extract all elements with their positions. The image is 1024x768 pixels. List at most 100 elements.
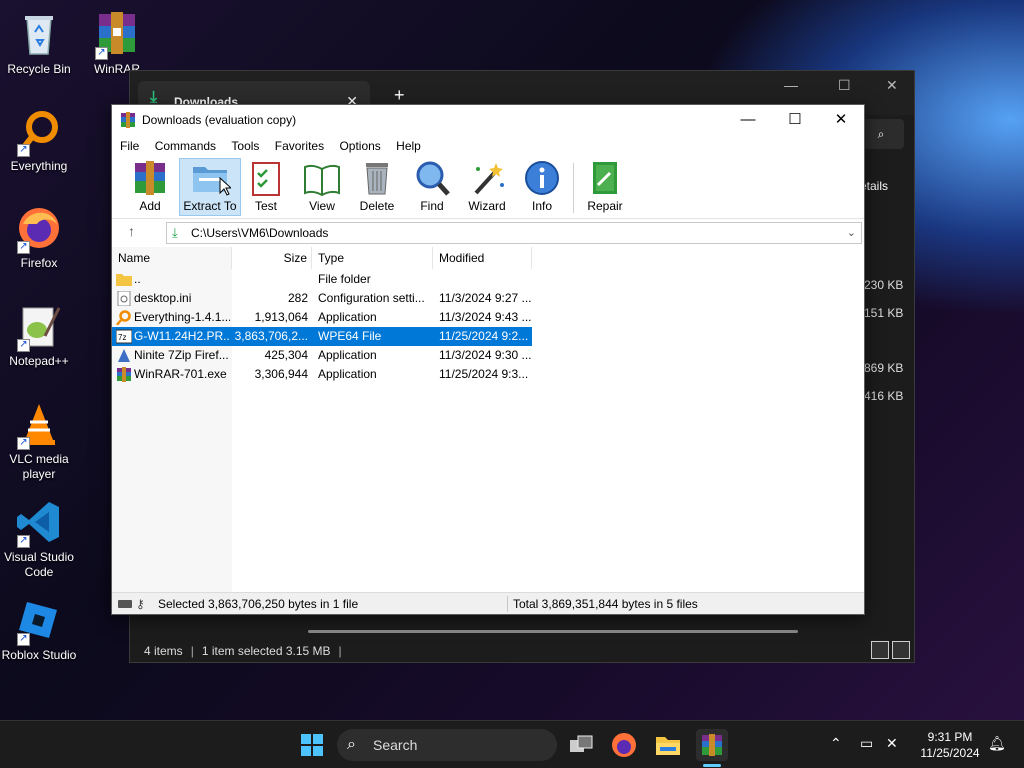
details-view-icon[interactable] (871, 641, 889, 659)
shortcut-arrow-icon: ↗ (95, 47, 108, 60)
winrar-icon (120, 112, 136, 128)
explorer-size-cell: 151 KB (864, 306, 904, 320)
key-icon[interactable]: ⚷ (136, 597, 145, 611)
add-button[interactable]: Add (123, 159, 177, 213)
desktop-icon-roblox-studio[interactable]: ↗ Roblox Studio (0, 596, 78, 663)
status-total: Total 3,869,351,844 bytes in 5 files (513, 597, 698, 611)
desktop-icon-firefox[interactable]: ↗ Firefox (0, 204, 78, 271)
winrar-statusbar: ⚷ Selected 3,863,706,250 bytes in 1 file… (112, 592, 864, 614)
file-row-desktop-ini[interactable]: desktop.ini 282 Configuration setti... 1… (112, 289, 532, 308)
new-tab-button[interactable]: + (394, 85, 405, 106)
desktop-icon-notepadpp[interactable]: ↗ Notepad++ (0, 302, 78, 369)
column-header-modified[interactable]: Modified (433, 247, 532, 269)
info-icon (523, 159, 561, 197)
start-button[interactable] (296, 729, 328, 761)
explorer-minimize-button[interactable]: — (784, 77, 798, 93)
tiles-view-icon[interactable] (892, 641, 910, 659)
taskbar-clock[interactable]: 9:31 PM 11/25/2024 (912, 729, 988, 761)
notification-bell-icon[interactable]: 🔔︎ (988, 735, 1006, 752)
test-icon (247, 159, 285, 197)
taskbar: ⌕ Search ⌃ ▭ ✕ 9:31 PM 11/25/2024 🔔︎ (0, 720, 1024, 768)
desktop-icon-everything[interactable]: ↗ Everything (0, 107, 78, 174)
find-button[interactable]: Find (405, 159, 459, 213)
column-header-name[interactable]: Name (112, 247, 232, 269)
taskbar-search-box[interactable]: ⌕ Search (337, 729, 557, 761)
repair-button[interactable]: Repair (578, 159, 632, 213)
column-header-type[interactable]: Type (312, 247, 433, 269)
extract-to-button[interactable]: Extract To (179, 158, 241, 216)
drive-icon[interactable] (118, 600, 132, 608)
explorer-maximize-button[interactable]: ☐ (838, 77, 851, 94)
winrar-titlebar[interactable]: Downloads (evaluation copy) — ☐ ✕ (112, 105, 864, 135)
menu-commands[interactable]: Commands (155, 135, 216, 157)
status-selected: Selected 3,863,706,250 bytes in 1 file (158, 597, 359, 611)
repair-icon (586, 159, 624, 197)
file-row-parent[interactable]: .. File folder (112, 270, 532, 289)
file-row-selected[interactable]: 7z G-W11.24H2.PR... 3,863,706,2... WPE64… (112, 327, 532, 346)
desktop-icon-winrar[interactable]: ↗ WinRAR (78, 10, 156, 77)
view-icon (303, 159, 341, 197)
taskbar-winrar-icon[interactable] (696, 729, 728, 761)
shortcut-arrow-icon: ↗ (17, 535, 30, 548)
menu-options[interactable]: Options (339, 135, 380, 157)
explorer-close-button[interactable]: ✕ (886, 77, 898, 94)
vlc-icon: ↗ (15, 400, 63, 450)
task-view-button[interactable] (565, 729, 597, 761)
wizard-icon (468, 159, 506, 197)
close-button[interactable]: ✕ (819, 109, 863, 131)
winrar-icon (116, 367, 132, 382)
desktop-icon-vscode[interactable]: ↗ Visual Studio Code (0, 498, 78, 580)
delete-button[interactable]: Delete (350, 159, 404, 213)
volume-muted-icon[interactable]: ✕ (886, 735, 898, 752)
notepadpp-icon: ↗ (15, 302, 63, 352)
up-folder-icon[interactable]: ↑ (128, 223, 135, 239)
add-archive-icon (131, 159, 169, 197)
delete-icon (358, 159, 396, 197)
taskbar-file-explorer-icon[interactable] (652, 729, 684, 761)
search-icon: ⌕ (877, 127, 885, 141)
desktop-icon-recycle-bin[interactable]: Recycle Bin (0, 10, 78, 77)
address-bar[interactable]: ⤓ C:\Users\VM6\Downloads ⌄ (166, 222, 862, 244)
explorer-size-cell: 869 KB (864, 361, 904, 375)
explorer-size-cell: 230 KB (864, 278, 904, 292)
minimize-button[interactable]: — (726, 109, 770, 131)
menu-bar: File Commands Tools Favorites Options He… (112, 135, 864, 157)
window-title: Downloads (evaluation copy) (142, 113, 297, 127)
taskbar-firefox-icon[interactable] (608, 729, 640, 761)
desktop-icon-vlc[interactable]: ↗ VLC media player (0, 400, 78, 482)
menu-tools[interactable]: Tools (231, 135, 259, 157)
ninite-icon (116, 348, 132, 363)
file-list[interactable]: Name Size Type Modified .. File folder d… (112, 247, 864, 592)
status-divider (507, 596, 508, 612)
file-row-winrar-exe[interactable]: WinRAR-701.exe 3,306,944 Application 11/… (112, 365, 532, 384)
file-row-everything[interactable]: Everything-1.4.1... 1,913,064 Applicatio… (112, 308, 532, 327)
maximize-button[interactable]: ☐ (773, 109, 817, 131)
mouse-cursor-icon (219, 176, 233, 199)
chevron-up-icon[interactable]: ⌃ (830, 735, 842, 752)
column-header-size[interactable]: Size (232, 247, 312, 269)
explorer-size-cell: 416 KB (864, 389, 904, 403)
menu-favorites[interactable]: Favorites (275, 135, 324, 157)
file-row-ninite[interactable]: Ninite 7Zip Firef... 425,304 Application… (112, 346, 532, 365)
download-folder-icon: ⤓ (172, 225, 178, 240)
explorer-view-toggle (868, 641, 910, 662)
info-button[interactable]: Info (515, 159, 569, 213)
search-icon: ⌕ (347, 736, 356, 753)
everything-icon (116, 310, 132, 326)
wizard-button[interactable]: Wizard (460, 159, 514, 213)
firefox-icon: ↗ (15, 204, 63, 254)
menu-help[interactable]: Help (396, 135, 421, 157)
folder-icon (116, 272, 132, 287)
winrar-icon: ↗ (93, 10, 141, 60)
explorer-horizontal-scrollbar[interactable] (308, 630, 798, 633)
shortcut-arrow-icon: ↗ (17, 241, 30, 254)
menu-file[interactable]: File (120, 135, 139, 157)
network-icon[interactable]: ▭ (860, 735, 873, 752)
roblox-studio-icon: ↗ (15, 596, 63, 646)
svg-text:7z: 7z (118, 333, 126, 342)
shortcut-arrow-icon: ↗ (17, 437, 30, 450)
ini-file-icon (116, 290, 132, 307)
view-button[interactable]: View (295, 159, 349, 213)
chevron-down-icon[interactable]: ⌄ (847, 223, 856, 243)
test-button[interactable]: Test (239, 159, 293, 213)
